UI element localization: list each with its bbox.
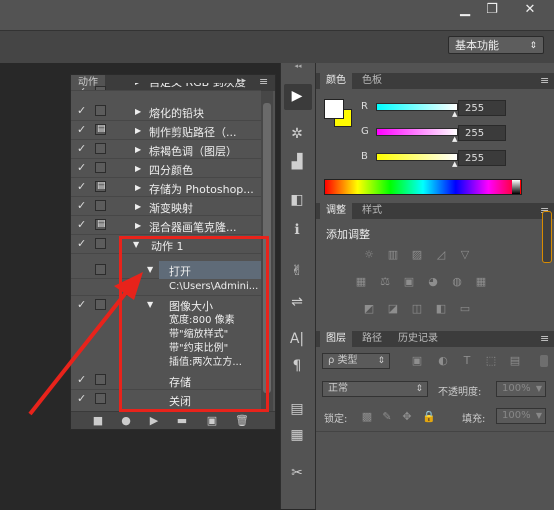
panel-menu-icon[interactable]: ≡ [540,74,549,87]
selective-color-icon[interactable]: ◧ [434,303,448,315]
filter-shape-icon[interactable]: ⬚ [484,355,498,367]
channel-mixer-icon[interactable]: ◍ [450,276,464,288]
posterize-icon[interactable]: ◪ [386,303,400,315]
lock-label: 锁定: [324,414,348,425]
info-panel-icon[interactable]: ◧ [286,189,308,211]
arrow-head [114,272,143,300]
brush-icon[interactable]: ✌ [286,260,308,282]
fill-value: 100% [502,410,531,421]
tools-icon[interactable]: ✂ [286,462,308,484]
lock-paint-icon[interactable]: ✎ [380,411,394,423]
exposure-icon[interactable]: ◿ [434,249,448,261]
adjustments-scrollbar[interactable] [542,211,552,263]
character-icon[interactable]: A| [286,328,308,350]
channel-r-label: R [361,101,368,112]
filter-toggle[interactable] [540,355,548,367]
threshold-icon[interactable]: ◫ [410,303,424,315]
tab-layers[interactable]: 图层 [320,331,352,347]
brightness-icon[interactable]: ☼ [362,249,376,261]
color-balance-icon[interactable]: ⚖ [378,276,392,288]
right-dock: 颜色 色板 ≡ R ▲ 255 G ▲ 255 B ▲ 255 调整 样式 ≡ … [316,63,554,510]
opacity-field[interactable]: 100% ▼ [496,381,546,397]
channel-g-value[interactable]: 255 [458,125,506,141]
notes-icon[interactable]: ▤ [286,398,308,420]
channel-b-label: B [361,151,368,162]
blend-mode-label: 正常 [328,383,348,394]
blend-mode-select[interactable]: 正常 ⇕ [322,381,428,397]
tab-styles[interactable]: 样式 [356,203,388,219]
lock-transparent-icon[interactable]: ▩ [360,411,374,423]
adjustments-panel-header: 调整 样式 ≡ [316,203,554,219]
layer-filter-label: ρ 类型 [328,355,358,366]
filter-type-icon[interactable]: T [460,355,474,367]
arrow-shaft [28,288,130,416]
filter-adjustment-icon[interactable]: ◐ [436,355,450,367]
paragraph-icon[interactable]: ¶ [286,355,308,377]
tab-adjustments[interactable]: 调整 [320,203,352,219]
adjustments-title: 添加调整 [326,228,370,241]
fill-field[interactable]: 100% ▼ [496,408,546,424]
bw-icon[interactable]: ▣ [402,276,416,288]
tab-swatches[interactable]: 色板 [356,73,388,89]
lock-position-icon[interactable]: ✥ [400,411,414,423]
levels-icon[interactable]: ▥ [386,249,400,261]
lock-all-icon[interactable]: 🔒 [422,411,436,423]
color-panel-header: 颜色 色板 ≡ [316,73,554,89]
adjust-icon[interactable]: ⇌ [286,291,308,313]
lookup-icon[interactable]: ▦ [474,276,488,288]
channel-g-label: G [361,126,369,137]
vibrance-icon[interactable]: ▽ [458,249,472,261]
layers-list [316,431,554,510]
tab-color[interactable]: 颜色 [320,73,352,89]
opacity-label: 不透明度: [438,387,482,398]
channel-g-slider[interactable] [376,128,458,136]
channel-r-slider[interactable] [376,103,458,111]
color-spectrum[interactable] [324,179,522,195]
tab-paths[interactable]: 路径 [356,331,388,347]
clipboard-icon[interactable]: ▦ [286,424,308,446]
filter-smart-icon[interactable]: ▤ [508,355,522,367]
tab-history[interactable]: 历史记录 [392,331,444,347]
filter-pixel-icon[interactable]: ▣ [410,355,424,367]
panel-menu-icon[interactable]: ≡ [540,332,549,345]
info-icon[interactable]: ℹ [286,219,308,241]
layer-filter-select[interactable]: ρ 类型 ⇕ [322,353,390,369]
invert-icon[interactable]: ◩ [362,303,376,315]
compass-icon[interactable]: ✲ [286,123,308,145]
channel-b-slider[interactable] [376,153,458,161]
play-icon[interactable]: ▶ [286,85,308,107]
layers-panel-header: 图层 路径 历史记录 ≡ [316,331,554,347]
foreground-swatch[interactable] [324,99,344,119]
curves-icon[interactable]: ▨ [410,249,424,261]
channel-b-value[interactable]: 255 [458,150,506,166]
gradient-map-icon[interactable]: ▭ [458,303,472,315]
opacity-value: 100% [502,383,531,394]
hue-sat-icon[interactable]: ▦ [354,276,368,288]
chevron-updown-icon: ⇕ [377,356,385,366]
fill-label: 填充: [462,414,486,425]
histogram-icon[interactable]: ▟ [286,151,308,173]
channel-r-value[interactable]: 255 [458,100,506,116]
photo-filter-icon[interactable]: ◕ [426,276,440,288]
